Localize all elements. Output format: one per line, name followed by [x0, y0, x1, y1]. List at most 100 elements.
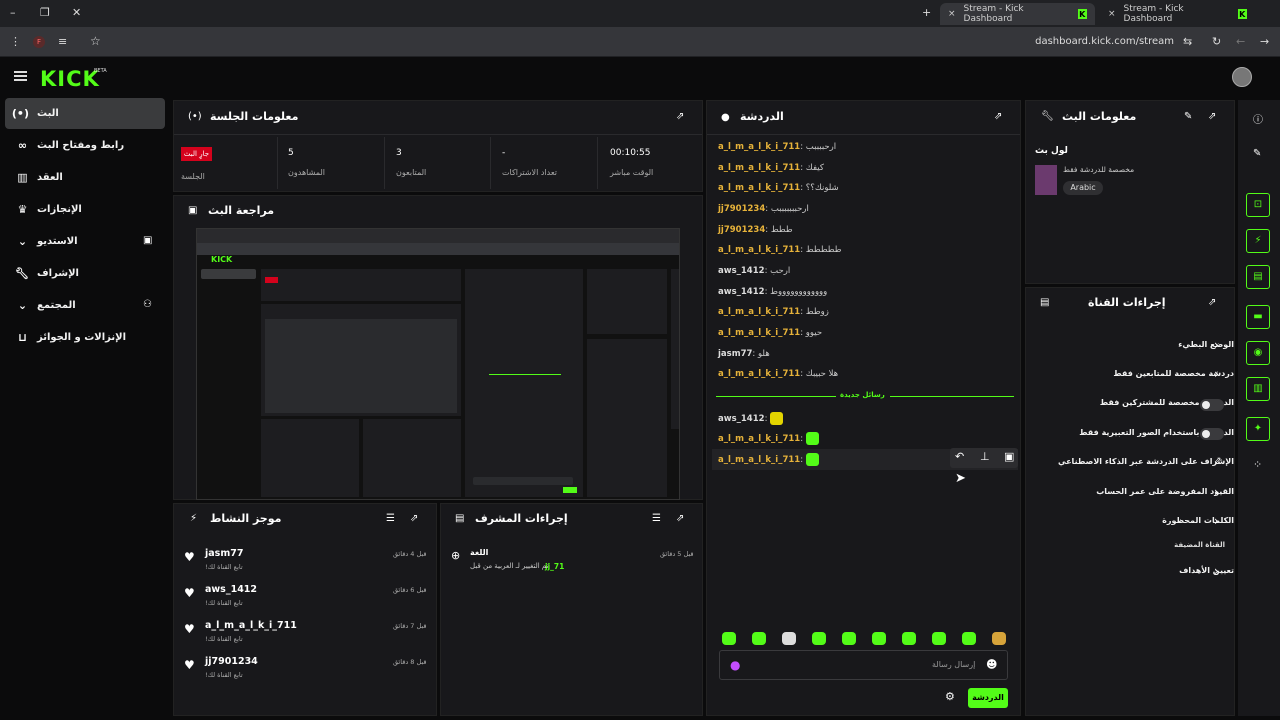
chevron-right-icon[interactable]: › [1214, 564, 1219, 578]
popout-icon[interactable]: ⇗ [1208, 111, 1216, 122]
channel-action-account-age[interactable]: القيود المفروضة على عمر الحساب [1035, 487, 1234, 501]
chat-message[interactable]: a_l_m_a_l_k_i_711: شلونك؟؟ [718, 183, 997, 193]
menu-dots-icon[interactable]: ⋮ [10, 35, 21, 48]
bookmark-star-icon[interactable]: ☆ [90, 34, 101, 48]
emote-icon[interactable] [992, 632, 1006, 645]
chat-message[interactable]: a_l_m_a_l_k_i_711: زوطط [718, 307, 997, 317]
chat-message[interactable]: aws_1412: [718, 412, 997, 425]
sidebar-item-stream[interactable]: (•) البث [5, 98, 165, 129]
stream-preview-video[interactable]: KICK [196, 228, 680, 500]
reply-icon[interactable]: ↶ [955, 450, 964, 463]
chat-message[interactable]: a_l_m_a_l_k_i_711: ططططط [718, 245, 997, 255]
wrench-toggle-icon[interactable]: ✦ [1246, 417, 1270, 441]
channel-action-ai-moderation[interactable]: الإشراف على الدردشة عبر الذكاء الاصطناعي [1035, 457, 1234, 471]
emote-icon[interactable] [752, 632, 766, 645]
tab-title: Stream - Kick Dashboard [963, 4, 1024, 24]
channel-action-banned-words[interactable]: الكلمات المحظورة [1035, 516, 1234, 530]
edit-pencil-icon[interactable]: ✎ [1184, 111, 1192, 122]
filter-icon[interactable]: ☰ [386, 513, 395, 524]
pin-icon[interactable]: ⊥ [980, 450, 990, 463]
user-avatar[interactable] [1232, 67, 1252, 87]
channel-action-slow-mode[interactable]: الوضع البطيء [1035, 340, 1234, 354]
sidebar-item-stream-key[interactable]: ∞ رابط ومفتاح البث [5, 130, 165, 161]
forward-icon[interactable]: → [1260, 35, 1269, 48]
emoji-icon[interactable]: ☻ [986, 658, 997, 671]
chat-message[interactable]: jasm77: هلو [718, 349, 997, 359]
tab-stream-2[interactable]: × Stream - Kick Dashboard K [1100, 3, 1255, 25]
channel-action-followers-only[interactable]: دردشة مخصصة للمتابعين فقط [1035, 369, 1234, 383]
info-icon[interactable]: ⓘ [1253, 111, 1263, 126]
popout-icon[interactable]: ⇗ [410, 513, 418, 524]
chat-message[interactable]: aws_1412: ارحب [718, 266, 997, 276]
channel-toggle-icon[interactable]: ▥ [1246, 377, 1270, 401]
gear-icon[interactable]: ⚙ [945, 690, 955, 703]
chat-message[interactable]: jj7901234: ططط [718, 225, 997, 235]
chat-message[interactable]: a_l_m_a_l_k_i_711: ارحببببب [718, 142, 997, 152]
activity-username[interactable]: jj7901234 [205, 656, 258, 667]
chat-message[interactable]: a_l_m_a_l_k_i_711: هلا حبيبك [718, 369, 997, 379]
subs-only-toggle[interactable] [1200, 399, 1224, 411]
hamburger-menu-icon[interactable] [14, 71, 27, 81]
back-icon[interactable]: ← [1236, 35, 1245, 48]
emote-icon[interactable] [962, 632, 976, 645]
chat-message[interactable]: jj7901234: ارحبببببببب [718, 204, 997, 214]
popout-icon[interactable]: ⇗ [676, 513, 684, 524]
sidebar-item-drops[interactable]: ⊔ الإنزالات و الجوائز [5, 322, 165, 353]
emote-icon[interactable] [932, 632, 946, 645]
reload-icon[interactable]: ↻ [1212, 35, 1221, 48]
window-close-icon[interactable]: ✕ [72, 6, 81, 19]
url-text[interactable]: dashboard.kick.com/stream [1035, 36, 1174, 47]
chevron-right-icon[interactable]: › [1214, 514, 1219, 528]
window-restore-icon[interactable]: ❐ [40, 6, 50, 19]
emote-icon[interactable] [902, 632, 916, 645]
sidebar-item-achievements[interactable]: ♛ الإنجازات [5, 194, 165, 225]
popout-icon[interactable]: ⇗ [994, 111, 1002, 122]
sidebar-item-studio[interactable]: ⌄ الاستديو ▣ [5, 226, 165, 257]
chat-send-button[interactable]: الدردشة [968, 688, 1008, 708]
apps-icon[interactable]: ⁘ [1253, 458, 1262, 471]
emotes-only-toggle[interactable] [1200, 428, 1224, 440]
delete-icon[interactable]: ▣ [1004, 450, 1014, 463]
chevron-right-icon[interactable]: › [1214, 367, 1219, 381]
emote-icon[interactable] [842, 632, 856, 645]
channel-action-set-goals[interactable]: تعيين الأهداف [1035, 566, 1234, 580]
microphone-icon[interactable]: ● [730, 658, 740, 672]
emote-icon[interactable] [872, 632, 886, 645]
chevron-right-icon[interactable]: › [1214, 485, 1219, 499]
emote-icon[interactable] [782, 632, 796, 645]
chat-message[interactable]: a_l_m_a_l_k_i_711: حيوو [718, 328, 997, 338]
external-link-icon[interactable]: ⇗ [1214, 456, 1222, 466]
activity-username[interactable]: a_l_m_a_l_k_i_711 [205, 620, 297, 631]
kick-logo[interactable]: KICK [40, 67, 100, 91]
chat-message[interactable]: a_l_m_a_l_k_i_711: [718, 432, 997, 445]
emote-icon[interactable] [812, 632, 826, 645]
activity-username[interactable]: aws_1412 [205, 584, 257, 595]
bolt-toggle-icon[interactable]: ⚡︎ [1246, 229, 1270, 253]
sidebar-item-community[interactable]: ⌄ المجتمع ⚇ [5, 290, 165, 321]
document-toggle-icon[interactable]: ▤ [1246, 265, 1270, 289]
chat-message[interactable]: aws_1412: ووووووووووووط [718, 287, 997, 297]
tab-close-icon[interactable]: × [1108, 9, 1116, 19]
tab-search-icon[interactable]: ≡ [58, 35, 67, 48]
filter-icon[interactable]: ☰ [652, 513, 661, 524]
profile-icon[interactable]: F [33, 36, 45, 48]
stat-value: 00:10:55 [610, 148, 651, 158]
tab-close-icon[interactable]: × [948, 9, 956, 19]
chat-toggle-icon[interactable]: ▬ [1246, 305, 1270, 329]
emote-icon[interactable] [722, 632, 736, 645]
chevron-right-icon[interactable]: › [1214, 338, 1219, 352]
preview-toggle-icon[interactable]: ⊡ [1246, 193, 1270, 217]
activity-username[interactable]: jasm77 [205, 548, 243, 559]
window-minimize-icon[interactable]: – [10, 6, 16, 19]
broadcast-toggle-icon[interactable]: ◉ [1246, 341, 1270, 365]
popout-icon[interactable]: ⇗ [1208, 297, 1216, 308]
popout-icon[interactable]: ⇗ [676, 111, 684, 122]
edit-pencil-icon[interactable]: ✎ [1253, 148, 1261, 159]
new-messages-line [890, 396, 1014, 397]
tab-stream-1[interactable]: × Stream - Kick Dashboard K [940, 3, 1095, 25]
new-tab-icon[interactable]: + [922, 6, 931, 19]
chat-message[interactable]: a_l_m_a_l_k_i_711: كيفك [718, 163, 997, 173]
site-settings-icon[interactable]: ⇆ [1183, 35, 1192, 48]
sidebar-item-moderation[interactable]: 🔧︎ الإشراف [5, 258, 165, 289]
sidebar-item-contract[interactable]: ▥ العقد [5, 162, 165, 193]
